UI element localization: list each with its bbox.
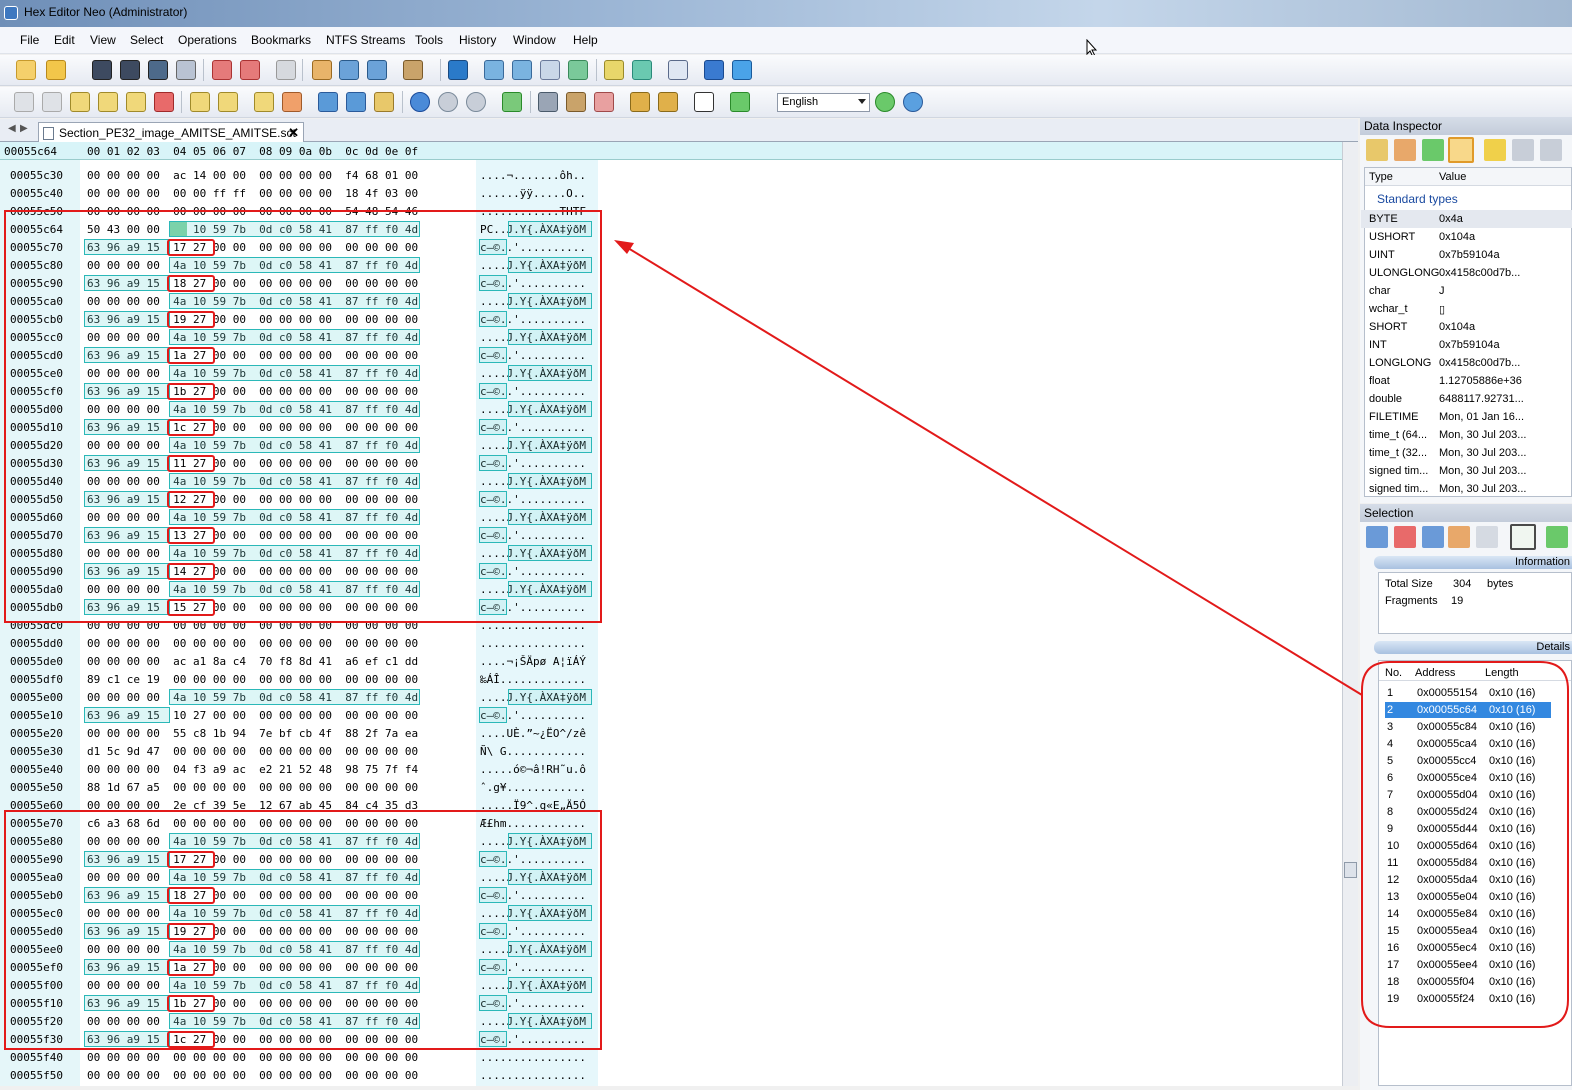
arrowhead-icon xyxy=(614,240,634,254)
annotation-details-outline xyxy=(1361,661,1569,1028)
annotation-overlay xyxy=(4,210,1569,1050)
annotation-arrow xyxy=(627,247,1363,696)
annotation-box-bottom xyxy=(4,810,602,1050)
annotation-box-top xyxy=(4,210,602,623)
